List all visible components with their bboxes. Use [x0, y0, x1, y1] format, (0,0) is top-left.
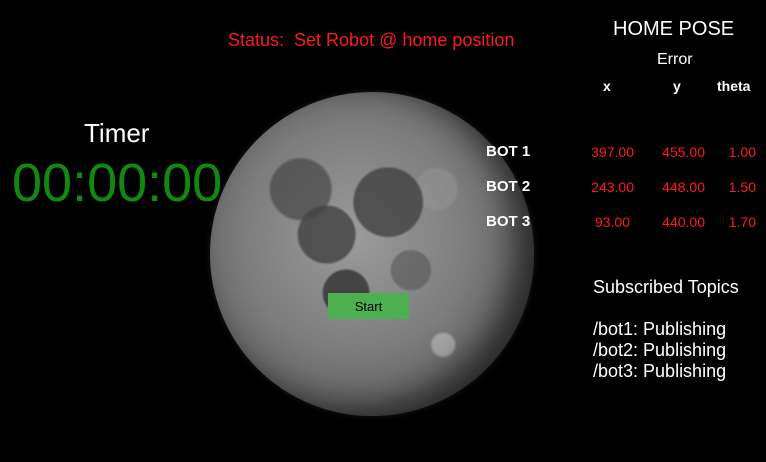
- column-header-x: x: [603, 78, 611, 94]
- bot-1-label: BOT 1: [486, 143, 531, 160]
- start-button[interactable]: Start: [328, 293, 409, 319]
- bot-2-label: BOT 2: [486, 178, 531, 195]
- timer-label: Timer: [84, 118, 150, 148]
- error-label: Error: [657, 51, 693, 68]
- topic-item-bot2: /bot2: Publishing: [593, 340, 727, 360]
- column-header-y: y: [673, 78, 681, 94]
- topic-item-bot1: /bot1: Publishing: [593, 319, 727, 339]
- bot-2-theta-error: 1.50: [728, 179, 756, 195]
- status-text: Status: Set Robot @ home position: [228, 30, 515, 50]
- moon-image: [210, 92, 534, 416]
- bot-2-y-error: 448.00: [662, 179, 705, 195]
- bot-1-y-error: 455.00: [662, 144, 705, 160]
- column-header-theta: theta: [717, 78, 751, 94]
- bot-1-x-error: 397.00: [591, 144, 634, 160]
- timer-display: 00:00:00: [12, 153, 223, 213]
- bot-3-label: BOT 3: [486, 213, 531, 230]
- bot-1-theta-error: 1.00: [728, 144, 756, 160]
- subscribed-topics-title: Subscribed Topics: [593, 277, 739, 297]
- bot-3-x-error: 93.00: [594, 214, 630, 230]
- bot-3-y-error: 440.00: [662, 214, 705, 230]
- app-window: Status: Set Robot @ home position Timer …: [0, 0, 766, 462]
- home-pose-title: HOME POSE: [613, 18, 735, 40]
- bot-2-x-error: 243.00: [591, 179, 634, 195]
- topic-item-bot3: /bot3: Publishing: [593, 361, 727, 381]
- bot-3-theta-error: 1.70: [728, 214, 756, 230]
